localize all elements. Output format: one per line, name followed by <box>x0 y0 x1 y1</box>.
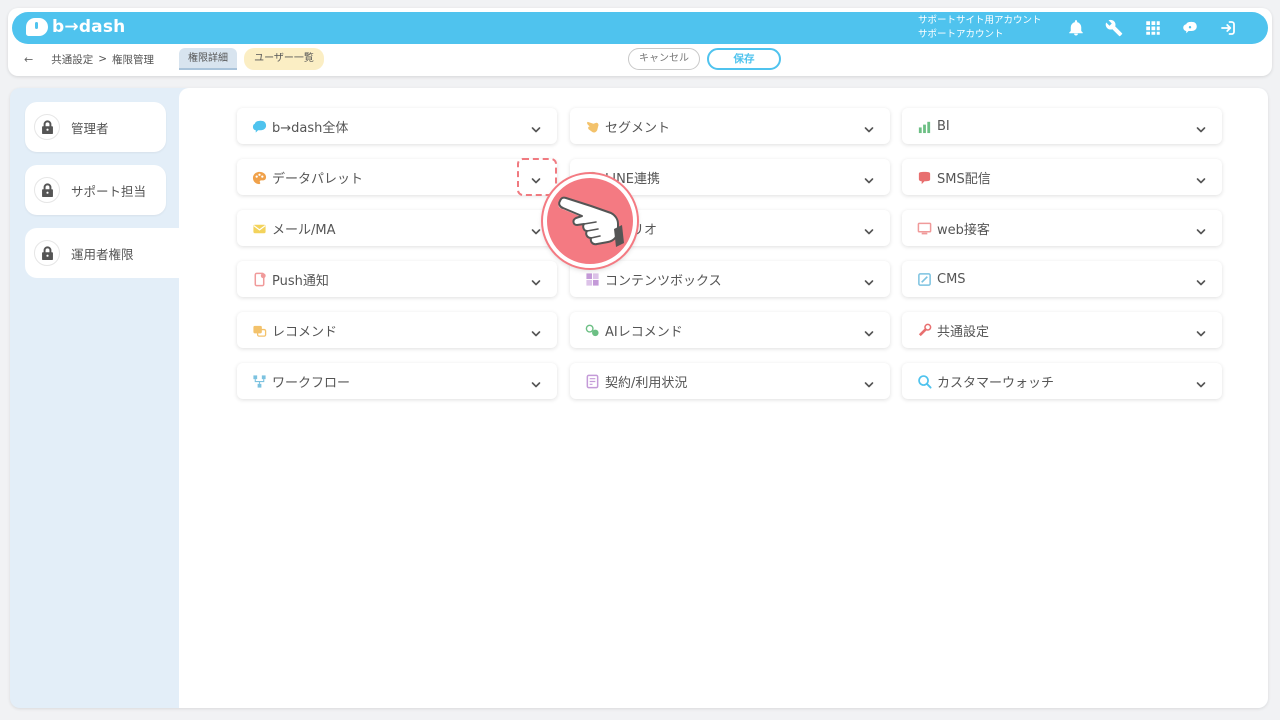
sidebar-item-label: サポート担当 <box>71 183 147 199</box>
recommend-icon <box>251 322 267 338</box>
chevron-down-icon[interactable] <box>1196 222 1206 235</box>
sidebar-item-operator[interactable]: 運用者権限 <box>25 228 179 278</box>
settings-icon <box>916 322 932 338</box>
wrench-icon[interactable] <box>1104 18 1124 38</box>
chevron-down-icon[interactable] <box>531 273 541 286</box>
account-info[interactable]: サポートサイト用アカウント サポートアカウント <box>918 14 1042 42</box>
permission-card-label: 契約/利用状況 <box>605 375 688 391</box>
chevron-down-icon[interactable] <box>531 375 541 388</box>
chevron-down-icon[interactable] <box>531 120 541 133</box>
chevron-down-icon[interactable] <box>1196 171 1206 184</box>
account-user: サポートアカウント <box>918 29 1004 40</box>
permission-card[interactable]: SMS配信 <box>902 159 1222 195</box>
chevron-down-icon[interactable] <box>864 375 874 388</box>
breadcrumb-item-common-settings[interactable]: 共通設定 <box>51 52 93 67</box>
cancel-button[interactable]: キャンセル <box>628 48 700 70</box>
permission-card[interactable]: ワークフロー <box>237 363 557 399</box>
permission-card-label: 共通設定 <box>937 324 990 340</box>
hand-icon <box>584 118 600 134</box>
breadcrumb-item-permissions: 権限管理 <box>112 53 155 66</box>
logout-icon[interactable] <box>1218 18 1238 38</box>
lock-icon <box>34 114 60 140</box>
permission-card-label: Push通知 <box>272 273 329 289</box>
breadcrumb: ← 共通設定 > 権限管理 <box>24 48 154 70</box>
logo-icon <box>26 18 48 36</box>
chevron-down-icon[interactable] <box>531 324 541 337</box>
push-icon <box>251 271 267 287</box>
top-bar: b→dash サポートサイト用アカウント サポートアカウント <box>12 12 1268 44</box>
breadcrumb-separator: > <box>98 53 108 65</box>
permission-card-label: レコメンド <box>272 324 338 340</box>
chevron-down-icon[interactable] <box>1196 120 1206 133</box>
tab-permission-detail[interactable]: 権限詳細 <box>179 48 237 70</box>
permission-card-label: データパレット <box>272 171 364 187</box>
permission-card-label: SMS配信 <box>937 171 991 187</box>
save-button[interactable]: 保存 <box>707 48 781 70</box>
permission-card[interactable]: データパレット <box>237 159 557 195</box>
grid-icon[interactable] <box>1143 18 1163 38</box>
brain-icon[interactable] <box>1180 18 1200 38</box>
permission-card-label: セグメント <box>605 120 671 136</box>
box-icon <box>584 271 600 287</box>
sidebar-item-label: 運用者権限 <box>71 246 134 262</box>
permission-card[interactable]: コンテンツボックス <box>570 261 890 297</box>
chevron-down-icon[interactable] <box>864 273 874 286</box>
contract-icon <box>584 373 600 389</box>
back-arrow-icon[interactable]: ← <box>24 53 33 66</box>
permission-card-label: b→dash全体 <box>272 120 349 136</box>
logo[interactable]: b→dash <box>26 17 125 37</box>
sms-icon <box>916 169 932 185</box>
chevron-down-icon[interactable] <box>864 171 874 184</box>
permission-card[interactable]: カスタマーウォッチ <box>902 363 1222 399</box>
permission-card-label: コンテンツボックス <box>605 273 722 289</box>
sidebar-item-admin[interactable]: 管理者 <box>25 102 166 152</box>
permission-card[interactable]: レコメンド <box>237 312 557 348</box>
permission-card-label: CMS <box>937 271 966 287</box>
permission-card[interactable]: 共通設定 <box>902 312 1222 348</box>
lock-icon <box>34 177 60 203</box>
lock-icon <box>34 240 60 266</box>
permission-card[interactable]: セグメント <box>570 108 890 144</box>
permission-card-label: web接客 <box>937 222 990 238</box>
permission-card[interactable]: web接客 <box>902 210 1222 246</box>
chevron-down-icon[interactable] <box>1196 324 1206 337</box>
account-name: サポートサイト用アカウント <box>918 15 1042 26</box>
chevron-down-icon[interactable] <box>1196 375 1206 388</box>
focus-highlight <box>517 158 557 196</box>
permission-card[interactable]: 契約/利用状況 <box>570 363 890 399</box>
search-icon <box>916 373 932 389</box>
sidebar-item-support[interactable]: サポート担当 <box>25 165 166 215</box>
brain-icon <box>251 118 267 134</box>
permission-card[interactable]: AIレコメンド <box>570 312 890 348</box>
permission-card-label: ワークフロー <box>272 375 351 391</box>
permission-card-label: メール/MA <box>272 222 336 238</box>
ai-recommend-icon <box>584 322 600 338</box>
mail-icon <box>251 220 267 236</box>
permission-card[interactable]: CMS <box>902 261 1222 297</box>
permission-card-label: カスタマーウォッチ <box>937 375 1055 391</box>
chevron-down-icon[interactable] <box>864 222 874 235</box>
chevron-down-icon[interactable] <box>864 120 874 133</box>
palette-icon <box>251 169 267 185</box>
chart-icon <box>916 118 932 134</box>
permission-card-label: AIレコメンド <box>605 324 683 340</box>
web-icon <box>916 220 932 236</box>
permission-card[interactable]: BI <box>902 108 1222 144</box>
permission-card-label: BI <box>937 118 950 134</box>
chevron-down-icon[interactable] <box>864 324 874 337</box>
chevron-down-icon[interactable] <box>531 222 541 235</box>
tab-user-list[interactable]: ユーザー一覧 <box>244 48 324 70</box>
logo-text: b→dash <box>52 17 126 37</box>
sidebar-item-label: 管理者 <box>71 120 109 136</box>
hand-pointer-icon <box>543 174 637 268</box>
workflow-icon <box>251 373 267 389</box>
permission-card[interactable]: Push通知 <box>237 261 557 297</box>
chevron-down-icon[interactable] <box>1196 273 1206 286</box>
permission-card[interactable]: メール/MA <box>237 210 557 246</box>
cms-icon <box>916 271 932 287</box>
permission-card[interactable]: b→dash全体 <box>237 108 557 144</box>
bell-icon[interactable] <box>1066 18 1086 38</box>
